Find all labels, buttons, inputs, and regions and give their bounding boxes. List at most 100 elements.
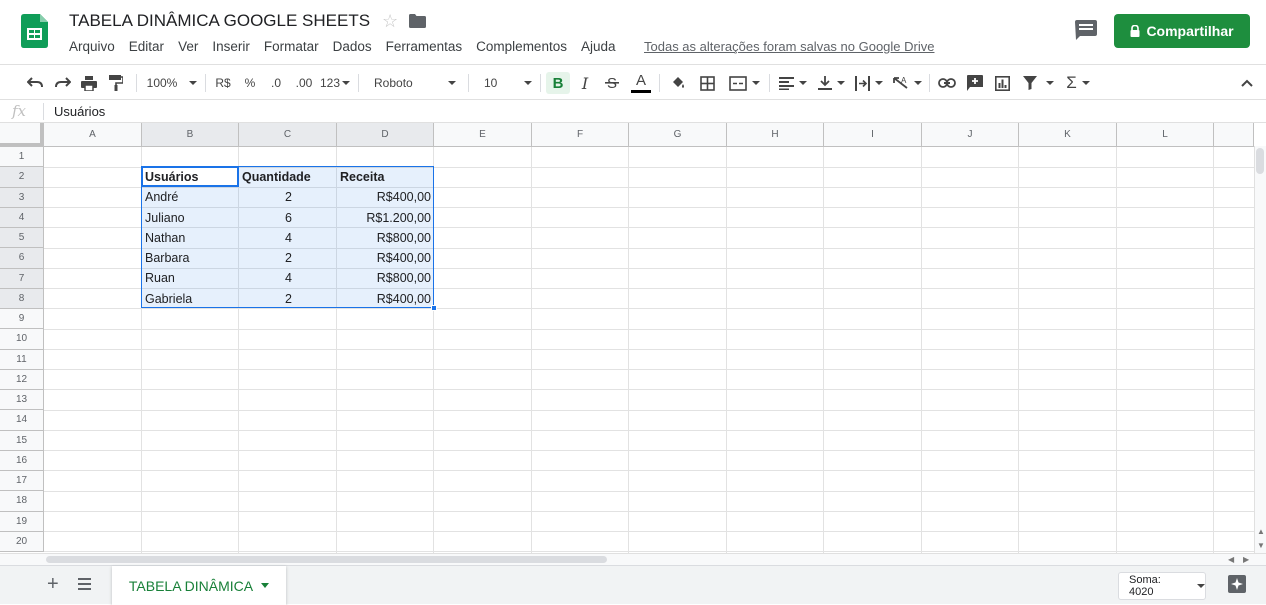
- sheets-logo-icon[interactable]: [21, 14, 48, 48]
- table-cell-revenue[interactable]: R$400,00: [337, 248, 431, 268]
- rotate-icon[interactable]: A: [890, 72, 924, 94]
- text-color-button[interactable]: A: [629, 72, 653, 94]
- menu-editar[interactable]: Editar: [122, 38, 171, 56]
- column-header[interactable]: A: [44, 123, 142, 147]
- scroll-left-icon[interactable]: ◀: [1228, 555, 1234, 564]
- row-header[interactable]: 12: [0, 369, 44, 390]
- row-header[interactable]: 11: [0, 349, 44, 370]
- menu-ver[interactable]: Ver: [171, 38, 205, 56]
- row-header[interactable]: 14: [0, 410, 44, 431]
- row-header[interactable]: 20: [0, 531, 44, 552]
- scroll-right-icon[interactable]: ▶: [1243, 555, 1249, 564]
- column-header[interactable]: G: [629, 123, 727, 147]
- row-header[interactable]: 15: [0, 430, 44, 451]
- spreadsheet-grid[interactable]: A B C D E F G H I J K L 1 2 3 4 5 6 7 8 …: [0, 123, 1254, 553]
- column-header[interactable]: C: [239, 123, 337, 147]
- column-header[interactable]: B: [142, 123, 239, 147]
- table-cell-quantity[interactable]: 2: [242, 248, 292, 268]
- table-cell-revenue[interactable]: R$1.200,00: [337, 208, 431, 228]
- star-icon[interactable]: ☆: [382, 11, 398, 32]
- row-header[interactable]: 1: [0, 147, 44, 168]
- menu-dados[interactable]: Dados: [326, 38, 379, 56]
- table-header-cell[interactable]: Quantidade: [242, 167, 334, 187]
- currency-format-button[interactable]: R$: [212, 72, 234, 94]
- table-cell-quantity[interactable]: 6: [242, 208, 292, 228]
- redo-icon[interactable]: [52, 72, 74, 94]
- table-cell-user[interactable]: Gabriela: [145, 289, 235, 309]
- fill-handle[interactable]: [431, 305, 437, 311]
- horizontal-scroll-thumb[interactable]: [46, 556, 607, 563]
- menu-arquivo[interactable]: Arquivo: [62, 38, 122, 56]
- table-cell-revenue[interactable]: R$400,00: [337, 289, 431, 309]
- merge-icon[interactable]: [725, 72, 763, 94]
- row-header[interactable]: 4: [0, 207, 44, 228]
- all-sheets-icon[interactable]: [78, 578, 91, 590]
- table-cell-user[interactable]: Juliano: [145, 208, 235, 228]
- row-header[interactable]: 17: [0, 471, 44, 492]
- explore-icon[interactable]: [1228, 575, 1246, 593]
- row-header[interactable]: 2: [0, 167, 44, 188]
- table-cell-user[interactable]: Barbara: [145, 248, 235, 268]
- strikethrough-icon[interactable]: S: [601, 72, 623, 94]
- row-header[interactable]: 10: [0, 329, 44, 350]
- column-header[interactable]: L: [1117, 123, 1214, 147]
- borders-icon[interactable]: [696, 72, 718, 94]
- paint-format-icon[interactable]: [105, 72, 127, 94]
- menu-complementos[interactable]: Complementos: [469, 38, 574, 56]
- more-formats-button[interactable]: 123: [318, 72, 352, 94]
- vertical-scrollbar[interactable]: [1254, 146, 1266, 553]
- decrease-decimals-button[interactable]: .0: [264, 72, 288, 94]
- row-header[interactable]: 13: [0, 390, 44, 411]
- row-header[interactable]: 9: [0, 309, 44, 330]
- collapse-icon[interactable]: [1236, 72, 1258, 94]
- comment-history-icon[interactable]: [1075, 20, 1097, 40]
- document-title[interactable]: TABELA DINÂMICA GOOGLE SHEETS: [69, 11, 370, 31]
- link-icon[interactable]: [936, 72, 958, 94]
- table-cell-quantity[interactable]: 2: [242, 289, 292, 309]
- functions-icon[interactable]: Σ: [1063, 72, 1093, 94]
- row-header[interactable]: 16: [0, 450, 44, 471]
- column-header[interactable]: J: [922, 123, 1019, 147]
- column-header[interactable]: K: [1019, 123, 1117, 147]
- italic-button[interactable]: I: [574, 72, 596, 94]
- table-header-cell[interactable]: Usuários: [145, 167, 235, 187]
- select-all-corner[interactable]: [0, 123, 44, 147]
- undo-icon[interactable]: [24, 72, 46, 94]
- print-icon[interactable]: [78, 72, 100, 94]
- fill-color-icon[interactable]: [667, 72, 689, 94]
- table-cell-user[interactable]: Nathan: [145, 228, 235, 248]
- sheet-tab[interactable]: TABELA DINÂMICA: [112, 566, 286, 605]
- table-cell-revenue[interactable]: R$800,00: [337, 268, 431, 288]
- comment-icon[interactable]: [964, 72, 986, 94]
- column-header[interactable]: F: [532, 123, 629, 147]
- increase-decimals-button[interactable]: .00: [292, 72, 316, 94]
- save-status-link[interactable]: Todas as alterações foram salvas no Goog…: [644, 38, 934, 56]
- column-header[interactable]: D: [337, 123, 434, 147]
- column-header[interactable]: [1214, 123, 1254, 147]
- filter-icon[interactable]: [1019, 72, 1057, 94]
- sum-summary-select[interactable]: Soma: 4020: [1118, 572, 1206, 600]
- table-cell-user[interactable]: André: [145, 187, 235, 207]
- menu-ferramentas[interactable]: Ferramentas: [379, 38, 470, 56]
- table-cell-revenue[interactable]: R$800,00: [337, 228, 431, 248]
- table-cell-quantity[interactable]: 2: [242, 187, 292, 207]
- table-cell-revenue[interactable]: R$400,00: [337, 187, 431, 207]
- scroll-down-icon[interactable]: ▼: [1257, 541, 1265, 550]
- font-family-select[interactable]: Roboto: [366, 72, 462, 94]
- row-header[interactable]: 3: [0, 187, 44, 208]
- menu-inserir[interactable]: Inserir: [205, 38, 257, 56]
- share-button[interactable]: Compartilhar: [1114, 14, 1250, 48]
- column-header[interactable]: I: [824, 123, 922, 147]
- menu-ajuda[interactable]: Ajuda: [574, 38, 623, 56]
- wrap-icon[interactable]: [852, 72, 886, 94]
- vertical-scroll-thumb[interactable]: [1256, 148, 1264, 174]
- table-header-cell[interactable]: Receita: [340, 167, 430, 187]
- row-header[interactable]: 7: [0, 268, 44, 289]
- scroll-up-icon[interactable]: ▲: [1257, 527, 1265, 536]
- row-header[interactable]: 19: [0, 511, 44, 532]
- bold-button[interactable]: B: [546, 72, 570, 94]
- table-cell-user[interactable]: Ruan: [145, 268, 235, 288]
- folder-icon[interactable]: [409, 14, 426, 28]
- chevron-down-icon[interactable]: [261, 583, 270, 588]
- chart-icon[interactable]: [991, 72, 1013, 94]
